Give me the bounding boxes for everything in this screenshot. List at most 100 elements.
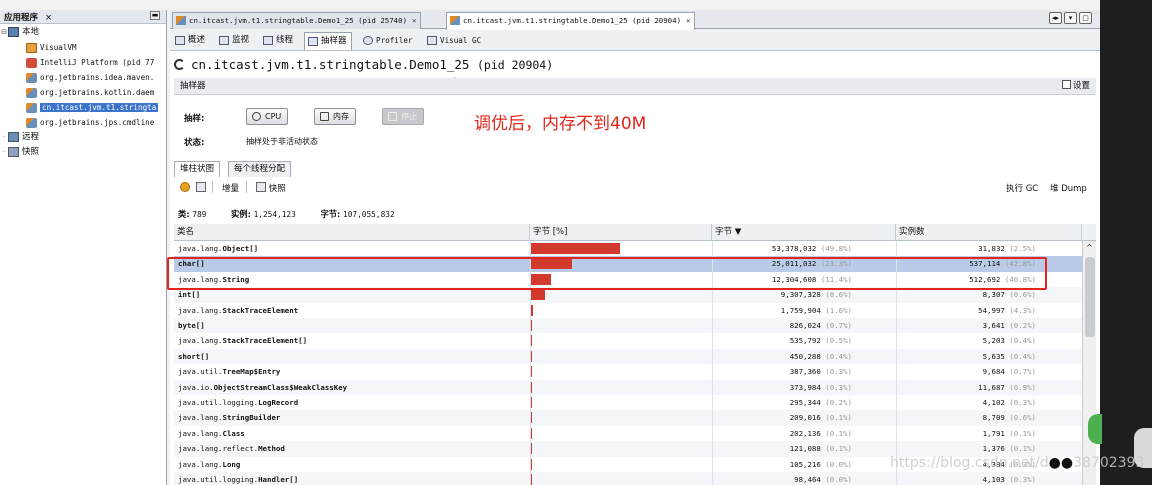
col-bytes-percent[interactable]: 字节 [%] bbox=[530, 224, 712, 241]
tab-visual-gc[interactable]: Visual GC bbox=[424, 32, 485, 50]
status-text: 抽样处于非活动状态 bbox=[246, 137, 318, 146]
bytes-percent: (0.1%) bbox=[825, 428, 852, 438]
package-name: java.lang. bbox=[178, 428, 223, 438]
table-row[interactable]: java.lang.StringBuilder 209,016 (0.1%) 8,7… bbox=[174, 410, 1082, 426]
table-scrollbar[interactable]: ^ bbox=[1082, 241, 1096, 485]
instances-value: 1,791 bbox=[982, 428, 1005, 438]
floating-widget[interactable] bbox=[1088, 414, 1102, 444]
instances-cell: 1,376 (0.1%) bbox=[894, 441, 1036, 456]
doc-tab-pid-25740[interactable]: cn.itcast.jvm.t1.stringtable.Demo1_25 (p… bbox=[172, 12, 422, 29]
table-row[interactable]: java.lang.StackTraceElement 1,759,904 (1.… bbox=[174, 303, 1082, 318]
tree-node[interactable]: org.jetbrains.idea.maven. bbox=[0, 70, 166, 85]
col-instances[interactable]: 实例数 bbox=[896, 224, 1082, 241]
tab-sampler[interactable]: 抽样器 bbox=[304, 32, 352, 50]
snapshot-icon bbox=[8, 146, 19, 157]
bytes-percent: (1.6%) bbox=[825, 305, 852, 315]
settings-checkbox[interactable] bbox=[1061, 80, 1071, 89]
instances-percent: (0.2%) bbox=[1009, 321, 1036, 330]
bytes-cell: 373,984 (0.3%) bbox=[712, 380, 852, 395]
scroll-left-icon[interactable]: ◂▸ bbox=[1049, 12, 1062, 24]
bytes-percent-cell bbox=[530, 364, 710, 379]
tree-toggle-icon[interactable]: · bbox=[0, 145, 8, 160]
table-row[interactable]: java.lang.Object[] 53,378,032 (49.8%) 31,8… bbox=[174, 241, 1082, 256]
tree-node[interactable]: cn.itcast.jvm.t1.stringta bbox=[0, 100, 166, 115]
tree-node[interactable]: ⊟ 本地 bbox=[0, 25, 166, 40]
tab-overview[interactable]: 概述 bbox=[172, 32, 209, 50]
tab-monitor[interactable]: 监视 bbox=[216, 32, 253, 50]
tab-profiler[interactable]: Profiler bbox=[360, 32, 417, 50]
class-name-cell: java.lang.Object[] bbox=[178, 241, 528, 256]
tab-label: 监视 bbox=[232, 35, 250, 45]
memory-button[interactable]: 内存 bbox=[314, 108, 356, 125]
tree-node[interactable]: IntelliJ Platform (pid 77 bbox=[0, 55, 166, 70]
bytes-percent-cell bbox=[530, 441, 710, 456]
settings-toggle[interactable]: 设置 bbox=[1061, 80, 1090, 92]
snapshot-button[interactable]: 快照 bbox=[256, 180, 286, 198]
tab-threads[interactable]: 线程 bbox=[260, 32, 297, 50]
instances-cell: 5,635 (0.4%) bbox=[894, 349, 1036, 364]
table-row[interactable]: java.lang.Class 202,136 (0.1%) 1,791 (0.1%… bbox=[174, 426, 1082, 441]
col-bytes[interactable]: 字节 ▼ bbox=[712, 224, 896, 241]
close-icon[interactable]: × bbox=[686, 16, 690, 25]
package-name: java.lang. bbox=[178, 336, 223, 346]
package-name: java.util.logging. bbox=[178, 475, 259, 484]
bytes-percent-cell bbox=[530, 333, 710, 348]
scrollbar-thumb[interactable] bbox=[1085, 257, 1095, 337]
scroll-up-icon[interactable]: ^ bbox=[1086, 243, 1093, 252]
col-class-name[interactable]: 类名 bbox=[174, 224, 530, 241]
table-row[interactable]: short[] 450,288 (0.4%) 5,635 (0.4%) bbox=[174, 348, 1082, 365]
tree-toggle-icon[interactable]: ⊟ bbox=[0, 25, 8, 40]
instances-cell: 3,641 (0.2%) bbox=[894, 318, 1036, 333]
table-row[interactable]: java.util.logging.LogRecord 295,344 (0.2%… bbox=[174, 395, 1082, 410]
tree-node[interactable]: org.jetbrains.kotlin.daem bbox=[0, 85, 166, 100]
class-name: Handler[] bbox=[258, 475, 299, 484]
class-name: Method bbox=[258, 444, 285, 454]
bytes-percent-cell bbox=[530, 426, 710, 441]
watermark-text: https://blog.csdn.net/d●●38702393 bbox=[890, 455, 1145, 471]
bytes-value: 450,288 bbox=[789, 351, 821, 361]
tab-list-icon[interactable]: ▾ bbox=[1064, 12, 1077, 24]
instances-cell: 54,997 (4.3%) bbox=[894, 303, 1036, 318]
bytes-percent: (0.5%) bbox=[825, 336, 852, 346]
maximize-icon[interactable]: ▢ bbox=[1079, 12, 1092, 24]
class-name: byte[] bbox=[178, 321, 205, 330]
class-name: StringBuilder bbox=[222, 413, 281, 423]
refresh-icon[interactable] bbox=[196, 180, 206, 198]
bytes-cell: 826,024 (0.7%) bbox=[712, 318, 852, 333]
bytes-cell: 450,288 (0.4%) bbox=[712, 349, 852, 364]
view-subtabs: 概述 监视 线程 抽样器 Profiler Visual GC bbox=[170, 30, 1100, 51]
tab-per-thread-allocations[interactable]: 每个线程分配 bbox=[228, 161, 292, 177]
tree-node-label: org.jetbrains.jps.cmdline bbox=[40, 118, 155, 127]
pause-icon[interactable] bbox=[180, 180, 190, 198]
class-name: Long bbox=[222, 459, 241, 469]
bytes-cell: 295,344 (0.2%) bbox=[712, 395, 852, 410]
stop-button[interactable]: 停止 bbox=[382, 108, 424, 125]
heap-dump-button[interactable]: 堆 Dump bbox=[1050, 180, 1087, 198]
tree-node[interactable]: org.jetbrains.jps.cmdline bbox=[0, 115, 166, 130]
tree-node[interactable]: · 远程 bbox=[0, 130, 166, 145]
delta-toggle[interactable]: 增量 bbox=[222, 180, 239, 198]
cpu-button[interactable]: CPU bbox=[246, 108, 289, 125]
instances-percent: (0.6%) bbox=[1009, 413, 1036, 423]
background-strip bbox=[1100, 0, 1152, 485]
close-icon[interactable]: × bbox=[45, 13, 52, 23]
tree-node[interactable]: · 快照 bbox=[0, 145, 166, 160]
table-row[interactable]: java.util.TreeMap$Entry 387,360 (0.3%) 9,6… bbox=[174, 364, 1082, 379]
visualvm-icon bbox=[26, 42, 37, 53]
table-row[interactable]: java.lang.StackTraceElement[] 535,792 (0.… bbox=[174, 333, 1082, 348]
bytes-percent-bar bbox=[530, 289, 546, 301]
table-row[interactable]: byte[] 826,024 (0.7%) 3,641 (0.2%) bbox=[174, 318, 1082, 334]
remote-host-icon bbox=[8, 131, 19, 142]
tree-toggle-icon[interactable]: · bbox=[0, 130, 8, 145]
tree-node[interactable]: VisualVM bbox=[0, 40, 166, 55]
table-row[interactable]: java.io.ObjectStreamClass$WeakClassKey 37… bbox=[174, 379, 1082, 395]
instances-percent: (0.1%) bbox=[1009, 444, 1036, 454]
table-row[interactable]: java.util.logging.Handler[] 98,464 (0.0%)… bbox=[174, 472, 1082, 485]
perform-gc-button[interactable]: 执行 GC bbox=[1006, 180, 1038, 198]
doc-tab-pid-20904[interactable]: cn.itcast.jvm.t1.stringtable.Demo1_25 (p… bbox=[446, 12, 696, 30]
class-name: StackTraceElement bbox=[222, 305, 299, 315]
minimize-icon[interactable]: ▬ bbox=[150, 11, 160, 20]
tab-heap-histogram[interactable]: 堆柱状图 bbox=[174, 161, 221, 177]
button-label: 内存 bbox=[333, 112, 349, 121]
close-icon[interactable]: × bbox=[412, 16, 416, 25]
